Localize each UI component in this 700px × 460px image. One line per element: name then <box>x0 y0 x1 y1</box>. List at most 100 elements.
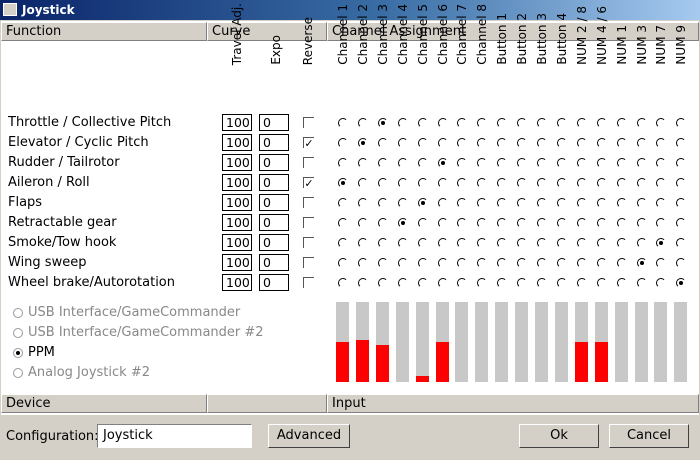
device-radio[interactable] <box>13 368 23 378</box>
channel-radio[interactable] <box>576 278 587 288</box>
channel-radio[interactable] <box>338 198 348 208</box>
travel-adj-field[interactable]: 100 <box>222 134 252 151</box>
travel-adj-field[interactable]: 100 <box>222 154 252 171</box>
channel-radio[interactable] <box>477 258 488 268</box>
channel-radio[interactable] <box>417 258 428 268</box>
channel-radio[interactable] <box>417 158 428 168</box>
channel-radio[interactable] <box>377 138 388 148</box>
channel-radio[interactable] <box>517 238 528 248</box>
channel-radio[interactable] <box>576 158 587 168</box>
channel-radio[interactable] <box>457 158 468 168</box>
travel-adj-field[interactable]: 100 <box>222 254 252 271</box>
channel-radio[interactable] <box>576 238 587 248</box>
channel-radio[interactable] <box>556 218 567 228</box>
channel-radio[interactable] <box>417 238 428 248</box>
channel-radio[interactable] <box>556 178 567 188</box>
expo-field[interactable]: 0 <box>259 234 289 251</box>
channel-radio[interactable] <box>397 138 408 148</box>
channel-radio[interactable] <box>537 258 547 268</box>
channel-radio[interactable] <box>636 138 647 148</box>
channel-radio[interactable] <box>457 218 468 228</box>
channel-radio[interactable] <box>616 118 627 128</box>
channel-radio[interactable] <box>656 258 667 268</box>
expo-field[interactable]: 0 <box>259 154 289 171</box>
reverse-checkbox[interactable] <box>303 197 314 208</box>
travel-adj-field[interactable]: 100 <box>222 114 252 131</box>
channel-radio[interactable] <box>517 178 528 188</box>
channel-radio[interactable] <box>596 238 607 248</box>
channel-radio[interactable] <box>397 278 408 288</box>
channel-radio[interactable] <box>377 198 388 208</box>
travel-adj-field[interactable]: 100 <box>222 214 252 231</box>
channel-radio[interactable] <box>676 258 687 268</box>
channel-radio[interactable] <box>338 258 348 268</box>
channel-radio[interactable] <box>497 218 508 228</box>
channel-radio[interactable] <box>517 118 528 128</box>
channel-radio[interactable] <box>477 178 488 188</box>
channel-radio[interactable] <box>537 178 547 188</box>
channel-radio[interactable] <box>497 258 508 268</box>
channel-radio[interactable] <box>537 118 547 128</box>
channel-radio[interactable] <box>616 238 627 248</box>
channel-radio[interactable] <box>616 198 627 208</box>
travel-adj-field[interactable]: 100 <box>222 274 252 291</box>
channel-radio[interactable] <box>357 238 368 248</box>
reverse-checkbox[interactable]: ✓ <box>303 177 314 189</box>
configuration-input[interactable]: Joystick <box>97 424 252 448</box>
channel-radio[interactable] <box>656 218 667 228</box>
channel-radio[interactable] <box>636 158 647 168</box>
channel-radio[interactable] <box>437 238 448 248</box>
channel-radio[interactable] <box>338 278 348 288</box>
channel-radio[interactable] <box>656 238 667 248</box>
channel-radio[interactable] <box>616 178 627 188</box>
channel-radio[interactable] <box>457 238 468 248</box>
channel-radio[interactable] <box>437 278 448 288</box>
channel-radio[interactable] <box>636 178 647 188</box>
reverse-checkbox[interactable] <box>303 277 314 288</box>
channel-radio[interactable] <box>537 238 547 248</box>
channel-radio[interactable] <box>636 118 647 128</box>
channel-radio[interactable] <box>596 178 607 188</box>
channel-radio[interactable] <box>596 258 607 268</box>
channel-radio[interactable] <box>656 278 667 288</box>
channel-radio[interactable] <box>636 278 647 288</box>
channel-radio[interactable] <box>517 218 528 228</box>
channel-radio[interactable] <box>497 118 508 128</box>
reverse-checkbox[interactable] <box>303 257 314 268</box>
channel-radio[interactable] <box>457 278 468 288</box>
channel-radio[interactable] <box>437 138 448 148</box>
channel-radio[interactable] <box>437 178 448 188</box>
channel-radio[interactable] <box>397 198 408 208</box>
channel-radio[interactable] <box>556 158 567 168</box>
channel-radio[interactable] <box>357 198 368 208</box>
channel-radio[interactable] <box>437 218 448 228</box>
channel-radio[interactable] <box>656 138 667 148</box>
channel-radio[interactable] <box>377 118 388 128</box>
channel-radio[interactable] <box>397 218 408 228</box>
channel-radio[interactable] <box>676 218 687 228</box>
channel-radio[interactable] <box>497 198 508 208</box>
travel-adj-field[interactable]: 100 <box>222 234 252 251</box>
channel-radio[interactable] <box>537 218 547 228</box>
reverse-checkbox[interactable] <box>303 237 314 248</box>
channel-radio[interactable] <box>338 178 348 188</box>
channel-radio[interactable] <box>377 258 388 268</box>
channel-radio[interactable] <box>596 278 607 288</box>
expo-field[interactable]: 0 <box>259 194 289 211</box>
channel-radio[interactable] <box>377 178 388 188</box>
channel-radio[interactable] <box>338 118 348 128</box>
channel-radio[interactable] <box>377 218 388 228</box>
channel-radio[interactable] <box>537 158 547 168</box>
channel-radio[interactable] <box>596 218 607 228</box>
channel-radio[interactable] <box>656 178 667 188</box>
channel-radio[interactable] <box>477 118 488 128</box>
channel-radio[interactable] <box>676 138 687 148</box>
channel-radio[interactable] <box>457 118 468 128</box>
channel-radio[interactable] <box>576 198 587 208</box>
channel-radio[interactable] <box>477 138 488 148</box>
channel-radio[interactable] <box>676 158 687 168</box>
channel-radio[interactable] <box>457 138 468 148</box>
channel-radio[interactable] <box>596 118 607 128</box>
ok-button[interactable]: Ok <box>519 424 599 448</box>
channel-radio[interactable] <box>616 158 627 168</box>
